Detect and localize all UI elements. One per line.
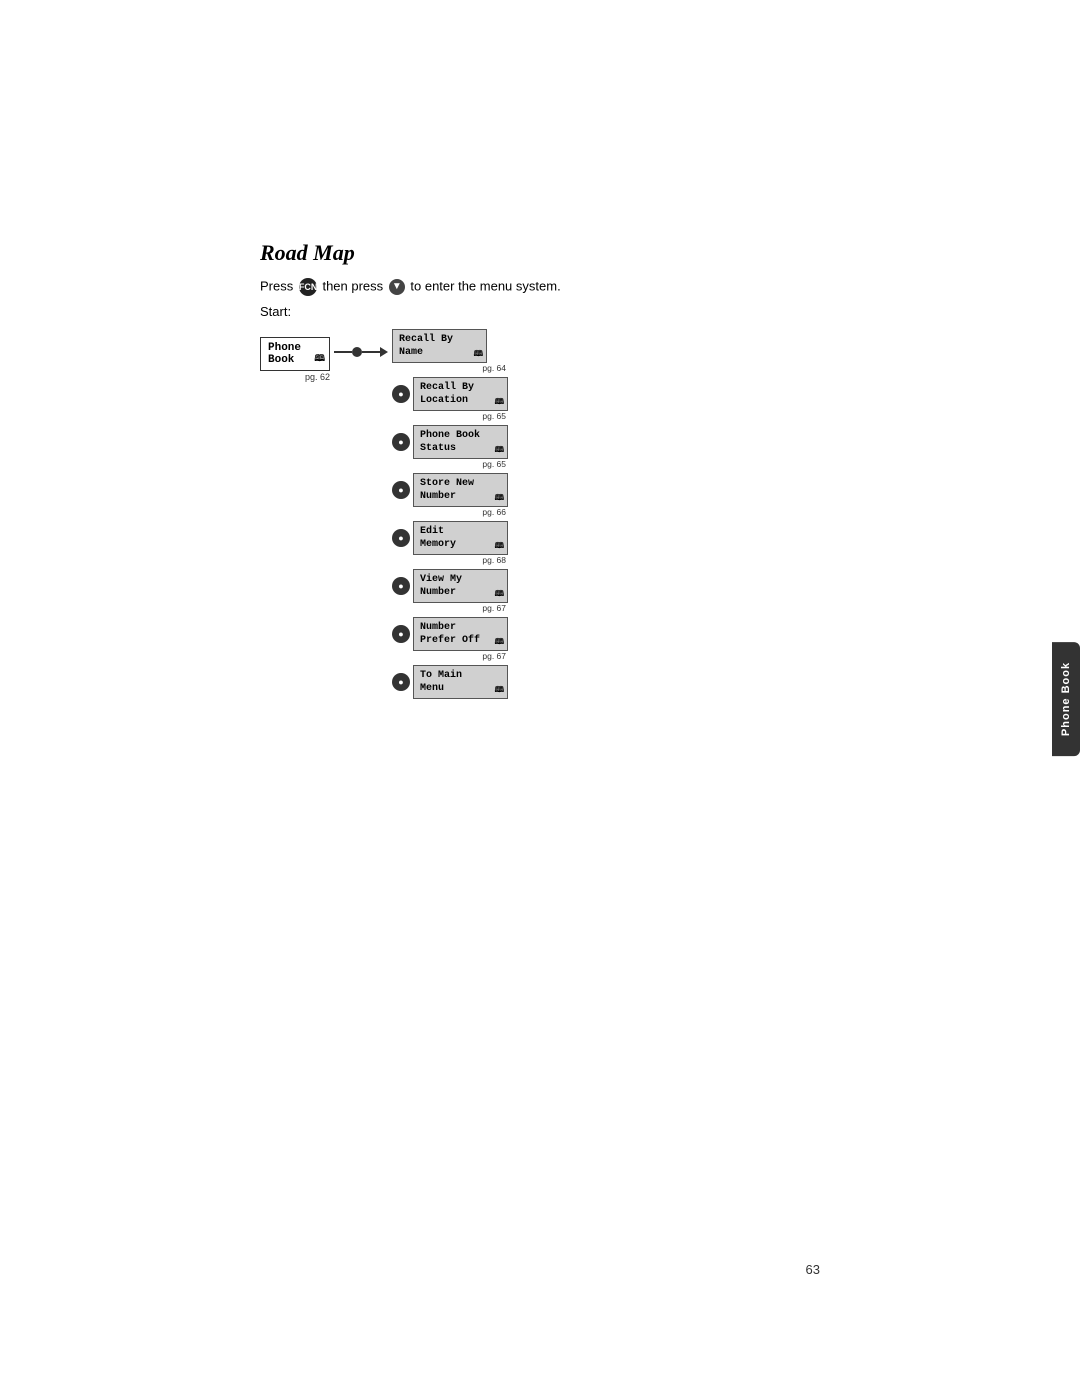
view-number-icon: 🕮: [495, 590, 504, 600]
arrowhead: [380, 347, 388, 357]
view-number-line2: Number: [420, 587, 456, 598]
item-view-my-number: ● View My Number 🕮: [392, 569, 508, 603]
bullet-7: ●: [392, 625, 410, 643]
edit-memory-icon: 🕮: [495, 542, 504, 552]
item-number-prefer-off: ● Number Prefer Off 🕮: [392, 617, 508, 651]
bullet-6: ●: [392, 577, 410, 595]
intro-paragraph: Press FCN then press ▼ to enter the menu…: [260, 278, 820, 296]
item-store-new-number: ● Store New Number 🕮: [392, 473, 508, 507]
menu-item-row-1: Recall By Name 🕮 pg. 64: [392, 329, 508, 375]
menu-item-box-phone-status: Phone Book Status 🕮: [413, 425, 508, 459]
side-tab: Phone Book: [1052, 641, 1080, 755]
view-number-pg: pg. 67: [392, 603, 508, 613]
main-menu-line2: Menu: [420, 683, 444, 694]
menu-item-box-recall-location: Recall By Location 🕮: [413, 377, 508, 411]
arrow-column: [330, 347, 392, 357]
start-column: Phone Book 🕮 pg. 62: [260, 337, 330, 382]
start-pg: pg. 62: [260, 372, 330, 382]
horizontal-arrow: [334, 347, 388, 357]
down-arrow-badge: ▼: [389, 279, 405, 295]
phone-status-line2: Status: [420, 443, 456, 454]
start-line1: Phone: [268, 342, 301, 354]
store-number-icon: 🕮: [495, 494, 504, 504]
edit-memory-line2: Memory: [420, 539, 456, 550]
start-line2: Book: [268, 354, 294, 366]
bullet-5: ●: [392, 529, 410, 547]
recall-name-line1: Recall By: [399, 334, 453, 345]
fcn-badge: FCN: [299, 278, 317, 296]
menu-item-row-6: ● View My Number 🕮 pg. 67: [392, 569, 508, 615]
main-menu-icon: 🕮: [495, 686, 504, 696]
bullet-3: ●: [392, 433, 410, 451]
menu-item-row-2: ● Recall By Location 🕮 pg. 65: [392, 377, 508, 423]
store-number-line1: Store New: [420, 478, 474, 489]
main-menu-line1: To Main: [420, 670, 462, 681]
item-edit-memory: ● Edit Memory 🕮: [392, 521, 508, 555]
menu-item-box-prefer-off: Number Prefer Off 🕮: [413, 617, 508, 651]
recall-name-pg: pg. 64: [392, 363, 508, 373]
book-icon: 🕮: [314, 351, 325, 367]
start-label: Start:: [260, 304, 820, 319]
menu-item-row-7: ● Number Prefer Off 🕮 pg. 67: [392, 617, 508, 663]
phone-status-icon: 🕮: [495, 446, 504, 456]
menu-item-box-edit-memory: Edit Memory 🕮: [413, 521, 508, 555]
menu-item-row-5: ● Edit Memory 🕮 pg. 68: [392, 521, 508, 567]
menu-item-row-3: ● Phone Book Status 🕮 pg. 65: [392, 425, 508, 471]
recall-loc-line2: Location: [420, 395, 468, 406]
arrow-line2: [362, 351, 380, 353]
page-number: 63: [806, 1262, 820, 1277]
item-to-main-menu: ● To Main Menu 🕮: [392, 665, 508, 699]
menu-items-column: Recall By Name 🕮 pg. 64 ● Recall By Loca…: [392, 329, 508, 701]
start-box: Phone Book 🕮: [260, 337, 330, 371]
bullet-4: ●: [392, 481, 410, 499]
menu-item-box-store-number: Store New Number 🕮: [413, 473, 508, 507]
recall-loc-icon: 🕮: [495, 398, 504, 408]
edit-memory-pg: pg. 68: [392, 555, 508, 565]
recall-loc-line1: Recall By: [420, 382, 474, 393]
menu-item-box-view-number: View My Number 🕮: [413, 569, 508, 603]
page-title: Road Map: [260, 240, 820, 266]
item-phone-book-status: ● Phone Book Status 🕮: [392, 425, 508, 459]
phone-status-line1: Phone Book: [420, 430, 480, 441]
arrow-line: [334, 351, 352, 353]
prefer-off-line1: Number: [420, 622, 456, 633]
bullet-8: ●: [392, 673, 410, 691]
prefer-off-icon: 🕮: [495, 638, 504, 648]
prefer-off-line2: Prefer Off: [420, 635, 480, 646]
edit-memory-line1: Edit: [420, 526, 444, 537]
bullet-2: ●: [392, 385, 410, 403]
prefer-off-pg: pg. 67: [392, 651, 508, 661]
recall-name-icon: 🕮: [474, 350, 483, 360]
page-content: Road Map Press FCN then press ▼ to enter…: [260, 240, 820, 701]
store-number-line2: Number: [420, 491, 456, 502]
menu-item-box-recall-name: Recall By Name 🕮: [392, 329, 487, 363]
recall-loc-pg: pg. 65: [392, 411, 508, 421]
view-number-line1: View My: [420, 574, 462, 585]
item-recall-by-location: ● Recall By Location 🕮: [392, 377, 508, 411]
menu-item-row-8: ● To Main Menu 🕮: [392, 665, 508, 699]
recall-name-line2: Name: [399, 347, 423, 358]
menu-item-box-main-menu: To Main Menu 🕮: [413, 665, 508, 699]
connector-dot: [352, 347, 362, 357]
store-number-pg: pg. 66: [392, 507, 508, 517]
item-recall-by-name: Recall By Name 🕮: [392, 329, 508, 363]
roadmap-diagram: Phone Book 🕮 pg. 62 Recall By: [260, 329, 820, 701]
menu-item-row-4: ● Store New Number 🕮 pg. 66: [392, 473, 508, 519]
phone-status-pg: pg. 65: [392, 459, 508, 469]
